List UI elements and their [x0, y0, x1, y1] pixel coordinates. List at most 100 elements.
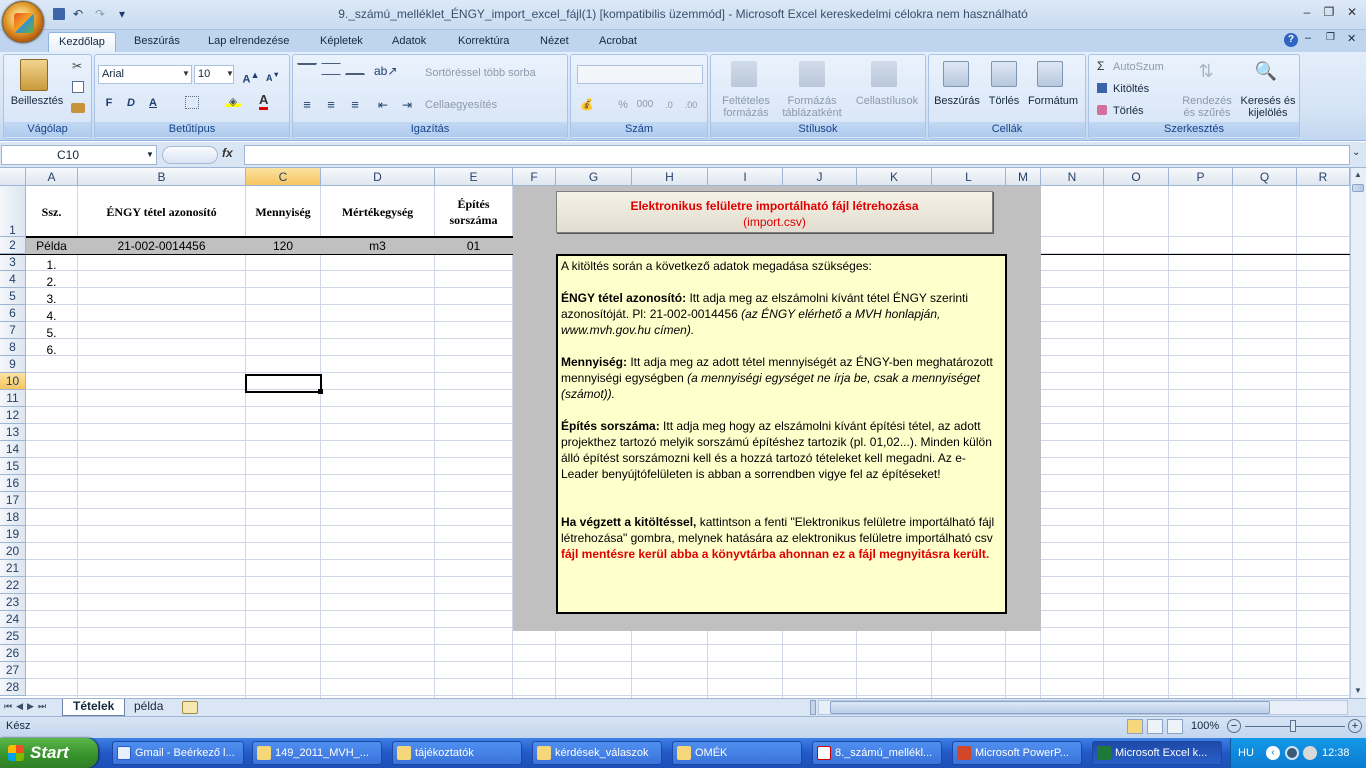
format-cells-button[interactable]: Formátum: [1025, 95, 1081, 107]
sheet-tab-pelda[interactable]: példa: [124, 699, 173, 716]
column-header-k[interactable]: K: [857, 168, 932, 186]
row-header-17[interactable]: 17: [0, 492, 26, 509]
tab-beszuras[interactable]: Beszúrás: [124, 32, 190, 52]
row-header-7[interactable]: 7: [0, 322, 26, 339]
column-header-h[interactable]: H: [632, 168, 708, 186]
scroll-down-icon[interactable]: ▼: [1352, 686, 1364, 698]
insert-cells-button[interactable]: Beszúrás: [929, 95, 985, 107]
insert-sheet-icon[interactable]: [182, 701, 198, 714]
row-header-23[interactable]: 23: [0, 594, 26, 611]
column-header-e[interactable]: E: [435, 168, 513, 186]
wrap-text-button[interactable]: Sortöréssel több sorba: [425, 67, 565, 79]
doc-minimize-icon[interactable]: –: [1305, 32, 1311, 44]
taskbar-item-folder-tajekoztatok[interactable]: tájékoztatók: [392, 741, 522, 765]
grow-font-icon[interactable]: A▲: [241, 65, 261, 86]
sort-filter-button[interactable]: Rendezés és szűrés: [1179, 95, 1235, 119]
clear-button[interactable]: Törlés: [1113, 105, 1183, 117]
tab-adatok[interactable]: Adatok: [382, 32, 436, 52]
sheet-nav-icons[interactable]: ⏮◀▶⏭: [4, 701, 50, 712]
column-header-r[interactable]: R: [1297, 168, 1350, 186]
zoom-out-icon[interactable]: −: [1227, 719, 1241, 733]
decrease-decimal-icon[interactable]: .00: [681, 95, 701, 113]
row-header-19[interactable]: 19: [0, 526, 26, 543]
taskbar-item-powerpoint[interactable]: Microsoft PowerP...: [952, 741, 1082, 765]
column-header-a[interactable]: A: [26, 168, 78, 186]
row-number-cell[interactable]: 1.: [26, 258, 77, 272]
insert-function-button[interactable]: fx: [222, 146, 242, 164]
decrease-indent-icon[interactable]: ⇤: [373, 95, 393, 113]
underline-button[interactable]: A: [143, 93, 163, 111]
sheet-tab-tetelek[interactable]: Tételek: [62, 699, 126, 716]
doc-restore-icon[interactable]: ❐: [1326, 32, 1335, 43]
font-name-combo[interactable]: Arial: [98, 65, 192, 84]
row-header-28[interactable]: 28: [0, 679, 26, 696]
align-right-icon[interactable]: ≡: [345, 95, 365, 113]
taskbar-item-folder-kerdesek[interactable]: kérdések_válaszok: [532, 741, 662, 765]
vertical-scrollbar[interactable]: [1350, 168, 1366, 698]
orientation-icon[interactable]: ab↗: [373, 61, 397, 79]
format-as-table-button[interactable]: Formázás táblázatként: [779, 95, 845, 119]
taskbar-item-pdf[interactable]: 8._számú_mellékl...: [812, 741, 942, 765]
number-format-combo[interactable]: [577, 65, 703, 84]
column-header-g[interactable]: G: [556, 168, 632, 186]
align-middle-icon[interactable]: [321, 63, 341, 75]
office-button[interactable]: [2, 1, 44, 43]
tray-app-icon[interactable]: [1285, 746, 1299, 760]
column-header-m[interactable]: M: [1006, 168, 1041, 186]
row-header-13[interactable]: 13: [0, 424, 26, 441]
align-bottom-icon[interactable]: [345, 63, 365, 75]
row-number-cell[interactable]: 4.: [26, 309, 77, 323]
row-header-27[interactable]: 27: [0, 662, 26, 679]
tray-arrow-icon[interactable]: ‹: [1266, 746, 1280, 760]
row-header-24[interactable]: 24: [0, 611, 26, 628]
row-header-16[interactable]: 16: [0, 475, 26, 492]
page-break-view-icon[interactable]: [1167, 719, 1183, 734]
shrink-font-icon[interactable]: A▼: [263, 65, 283, 83]
conditional-formatting-button[interactable]: Feltételes formázás: [713, 95, 779, 119]
column-header-p[interactable]: P: [1169, 168, 1233, 186]
column-header-d[interactable]: D: [321, 168, 435, 186]
delete-cells-button[interactable]: Törlés: [981, 95, 1027, 107]
row-header-4[interactable]: 4: [0, 271, 26, 288]
fill-color-icon[interactable]: ◈: [225, 95, 241, 108]
tab-split-handle[interactable]: [810, 700, 816, 715]
autosum-button[interactable]: AutoSzum: [1113, 61, 1183, 73]
find-select-button[interactable]: Keresés és kijelölés: [1237, 95, 1299, 119]
fill-button[interactable]: Kitöltés: [1113, 83, 1183, 95]
row-header-2[interactable]: 2: [0, 237, 26, 254]
row-header-11[interactable]: 11: [0, 390, 26, 407]
cut-icon[interactable]: ✂: [72, 59, 82, 73]
row-header-14[interactable]: 14: [0, 441, 26, 458]
column-header-n[interactable]: N: [1041, 168, 1104, 186]
copy-icon[interactable]: [72, 81, 84, 93]
row-header-5[interactable]: 5: [0, 288, 26, 305]
row-header-1[interactable]: 1: [0, 186, 26, 237]
increase-decimal-icon[interactable]: .0: [659, 95, 679, 113]
taskbar-item-excel[interactable]: Microsoft Excel k...: [1092, 741, 1222, 765]
italic-button[interactable]: D: [121, 93, 141, 111]
scroll-up-icon[interactable]: ▲: [1352, 170, 1364, 182]
column-header-c[interactable]: C: [246, 168, 321, 186]
example-quantity[interactable]: 120: [246, 239, 320, 253]
minimize-button[interactable]: –: [1296, 5, 1318, 21]
taskbar-item-folder-omek[interactable]: OMÉK: [672, 741, 802, 765]
column-header-f[interactable]: F: [513, 168, 556, 186]
name-box-dropdown-icon[interactable]: ▼: [146, 150, 154, 159]
vertical-scroll-thumb[interactable]: [1352, 184, 1364, 192]
row-header-21[interactable]: 21: [0, 560, 26, 577]
row-header-22[interactable]: 22: [0, 577, 26, 594]
restore-button[interactable]: ❐: [1318, 5, 1340, 21]
example-id[interactable]: 21-002-0014456: [78, 239, 245, 253]
cell-styles-button[interactable]: Cellastílusok: [851, 95, 923, 107]
align-top-icon[interactable]: [297, 63, 317, 75]
align-left-icon[interactable]: ≡: [297, 95, 317, 113]
expand-formula-bar-icon[interactable]: ⌄: [1352, 147, 1360, 158]
row-header-20[interactable]: 20: [0, 543, 26, 560]
row-header-10[interactable]: 10: [0, 373, 26, 390]
select-all-corner[interactable]: [0, 168, 26, 186]
horizontal-scroll-thumb[interactable]: [830, 701, 1270, 714]
font-color-icon[interactable]: A: [259, 93, 269, 110]
zoom-in-icon[interactable]: +: [1348, 719, 1362, 733]
tab-korrektura[interactable]: Korrektúra: [448, 32, 519, 52]
column-header-o[interactable]: O: [1104, 168, 1169, 186]
